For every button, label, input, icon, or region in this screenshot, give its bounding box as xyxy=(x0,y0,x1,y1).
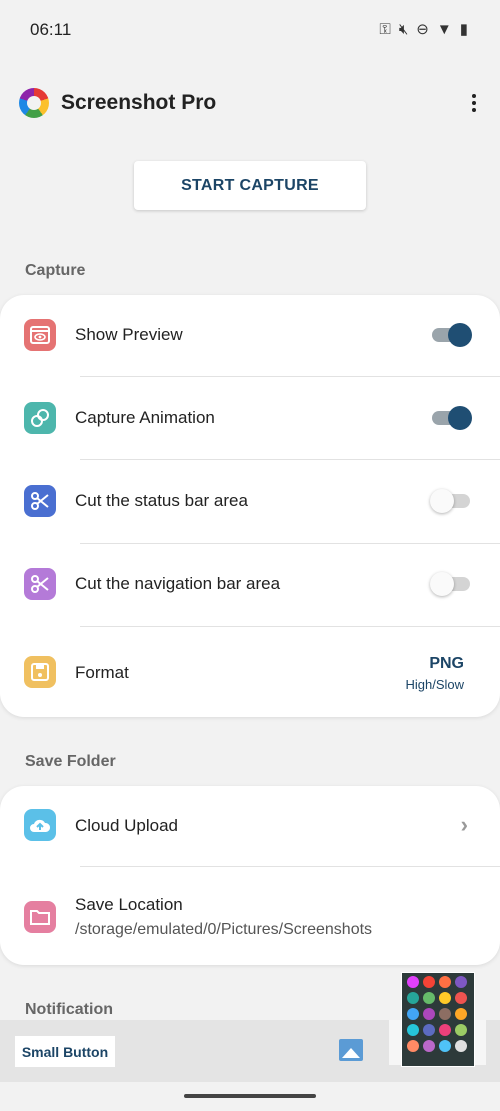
cut-navigation-bar-toggle[interactable] xyxy=(430,572,472,596)
cloud-upload-row[interactable]: Cloud Upload › xyxy=(0,786,500,866)
format-value: PNG High/Slow xyxy=(405,655,464,692)
app-title: Screenshot Pro xyxy=(61,91,217,114)
cut-status-bar-toggle[interactable] xyxy=(430,489,472,513)
divider xyxy=(80,626,500,627)
status-bar: 06:11 ⚿ 🔇︎ ⊖ ▼ ▮ xyxy=(0,0,500,60)
save-location-path: /storage/emulated/0/Pictures/Screenshots xyxy=(75,921,373,938)
mute-icon: 🔇︎ xyxy=(398,21,409,38)
divider xyxy=(80,376,500,377)
save-location-label: Save Location xyxy=(75,895,183,914)
cut-navigation-bar-row[interactable]: Cut the navigation bar area xyxy=(0,545,500,625)
do-not-disturb-icon: ⊖ xyxy=(416,21,429,38)
home-indicator[interactable] xyxy=(184,1094,316,1098)
cloud-upload-label: Cloud Upload xyxy=(75,816,179,835)
vpn-key-icon: ⚿ xyxy=(379,21,391,38)
save-folder-card: Cloud Upload › Save Location /storage/em… xyxy=(0,786,500,965)
show-preview-label: Show Preview xyxy=(75,325,183,344)
show-preview-row[interactable]: Show Preview xyxy=(0,295,500,375)
capture-animation-toggle[interactable] xyxy=(432,406,472,430)
battery-icon: ▮ xyxy=(459,21,468,38)
save-icon xyxy=(24,656,56,688)
divider xyxy=(80,459,500,460)
screenshot-thumbnail[interactable] xyxy=(401,972,475,1067)
cut-status-bar-label: Cut the status bar area xyxy=(75,491,248,510)
capture-card: Show Preview Capture Animation Cut the s… xyxy=(0,295,500,717)
show-preview-toggle[interactable] xyxy=(432,323,472,347)
status-icons: ⚿ 🔇︎ ⊖ ▼ ▮ xyxy=(379,20,468,40)
cloud-upload-icon xyxy=(24,809,56,841)
folder-icon xyxy=(24,901,56,933)
more-options-icon[interactable] xyxy=(466,88,482,118)
scissors-icon xyxy=(24,485,56,517)
chevron-right-icon: › xyxy=(460,812,468,837)
scissors-icon xyxy=(24,568,56,600)
app-bar: Screenshot Pro xyxy=(0,80,500,130)
start-capture-button[interactable]: START CAPTURE xyxy=(134,161,366,210)
format-label: Format xyxy=(75,663,129,682)
format-quality: High/Slow xyxy=(405,677,464,692)
section-header-notification: Notification xyxy=(25,1001,113,1018)
wifi-icon: ▼ xyxy=(436,21,452,38)
thumbnail-app-grid xyxy=(407,976,467,1052)
status-time: 06:11 xyxy=(30,20,72,39)
format-type: PNG xyxy=(429,655,464,672)
save-location-row[interactable]: Save Location /storage/emulated/0/Pictur… xyxy=(0,868,500,965)
capture-animation-row[interactable]: Capture Animation xyxy=(0,378,500,458)
app-logo-icon xyxy=(19,88,49,118)
preview-icon xyxy=(24,319,56,351)
cut-navigation-bar-label: Cut the navigation bar area xyxy=(75,574,281,593)
format-row[interactable]: Format PNG High/Slow xyxy=(0,628,500,717)
cut-status-bar-row[interactable]: Cut the status bar area xyxy=(0,461,500,541)
gallery-icon[interactable] xyxy=(339,1039,363,1061)
divider xyxy=(80,866,500,867)
small-button[interactable]: Small Button xyxy=(15,1036,115,1067)
divider xyxy=(80,543,500,544)
animation-icon xyxy=(24,402,56,434)
section-header-save-folder: Save Folder xyxy=(25,753,116,770)
section-header-capture: Capture xyxy=(25,262,86,279)
capture-animation-label: Capture Animation xyxy=(75,408,215,427)
